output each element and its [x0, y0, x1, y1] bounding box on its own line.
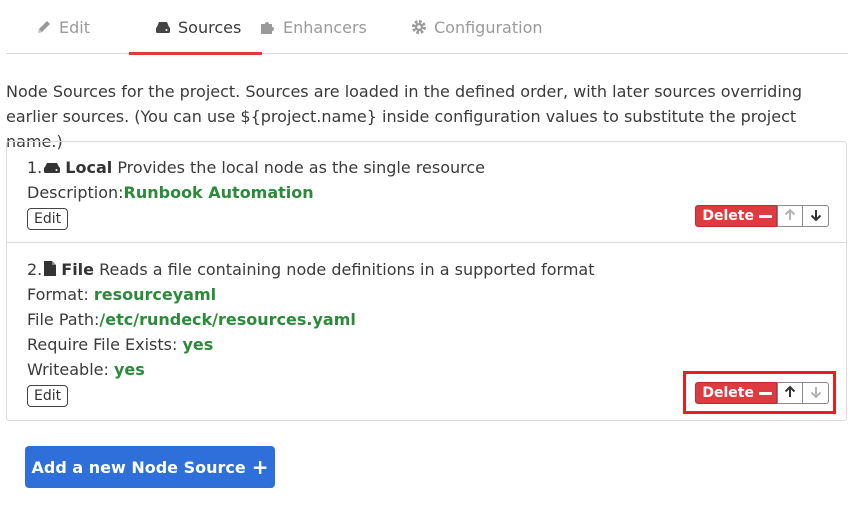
source-name: File: [61, 260, 95, 279]
source-summary: Reads a file containing node definitions…: [99, 260, 595, 279]
delete-label: Delete: [702, 208, 754, 224]
source-actions: Delete: [695, 205, 829, 227]
drive-icon: [43, 157, 61, 182]
pencil-icon: [35, 18, 53, 36]
plus-icon: +: [251, 455, 269, 479]
source-name: Local: [65, 158, 113, 177]
edit-source-button[interactable]: Edit: [27, 208, 69, 230]
prop-value: /etc/rundeck/resources.yaml: [99, 310, 356, 329]
minus-icon: [759, 214, 772, 218]
tab-edit[interactable]: Edit: [35, 0, 90, 54]
edit-source-button[interactable]: Edit: [27, 385, 69, 407]
prop-label: Require File Exists:: [27, 335, 183, 354]
source-heading: 2. File Reads a file containing node defi…: [27, 257, 595, 284]
arrow-up-icon: [783, 208, 797, 225]
move-up-button[interactable]: [777, 205, 803, 227]
tab-edit-label: Edit: [59, 17, 90, 37]
tab-enhancers[interactable]: Enhancers: [259, 0, 367, 54]
tab-bar: Edit Sources Enhancers Configuration: [6, 0, 848, 55]
prop-value: yes: [113, 360, 145, 379]
prop-label: Writeable:: [27, 360, 114, 379]
source-summary: Provides the local node as the single re…: [117, 158, 485, 177]
source-prop: Writeable: yes: [27, 357, 145, 382]
source-prop: File Path:/etc/rundeck/resources.yaml: [27, 307, 356, 332]
puzzle-icon: [259, 18, 277, 36]
prop-label: File Path:: [27, 310, 100, 329]
tab-configuration-label: Configuration: [434, 17, 543, 37]
source-index: 2.: [27, 260, 43, 279]
delete-source-button[interactable]: Delete: [695, 205, 777, 227]
prop-label: Description:: [27, 183, 124, 202]
source-prop: Format: resourceyaml: [27, 282, 216, 307]
gear-icon: [410, 18, 428, 36]
node-source-item: 1. Local Provides the local node as the s…: [7, 142, 846, 243]
prop-label: Format:: [27, 285, 94, 304]
drive-icon: [154, 18, 172, 36]
file-icon: [43, 259, 57, 284]
prop-value: yes: [182, 335, 214, 354]
source-heading: 1. Local Provides the local node as the s…: [27, 155, 485, 182]
tab-sources-label: Sources: [178, 17, 242, 37]
move-down-button[interactable]: [803, 205, 829, 227]
arrow-down-icon: [809, 208, 823, 225]
prop-value: Runbook Automation: [123, 183, 314, 202]
highlight-box: [683, 371, 836, 414]
source-prop: Description:Runbook Automation: [27, 180, 314, 205]
source-index: 1.: [27, 158, 43, 177]
prop-value: resourceyaml: [93, 285, 217, 304]
tab-sources[interactable]: Sources: [128, 0, 263, 55]
add-node-source-button[interactable]: Add a new Node Source +: [25, 446, 275, 488]
tab-enhancers-label: Enhancers: [283, 17, 367, 37]
add-button-label: Add a new Node Source: [31, 457, 246, 477]
tab-configuration[interactable]: Configuration: [410, 0, 543, 54]
source-prop: Require File Exists: yes: [27, 332, 213, 357]
